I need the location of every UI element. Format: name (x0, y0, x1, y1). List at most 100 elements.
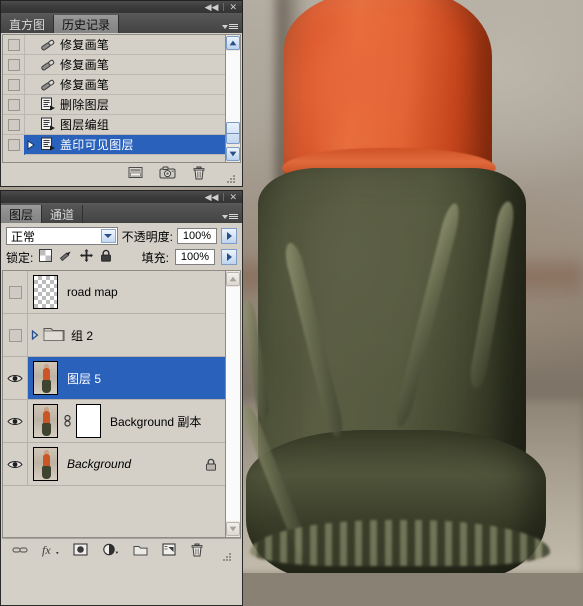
lock-all-icon[interactable] (100, 249, 112, 265)
new-document-icon[interactable] (128, 166, 143, 182)
panel-menu-icon[interactable] (222, 214, 238, 219)
history-item[interactable]: 修复画笔 (3, 74, 225, 95)
history-item-label: 盖印可见图层 (60, 138, 134, 152)
layer-visibility-toggle[interactable] (3, 357, 28, 399)
trash-icon[interactable] (192, 166, 206, 183)
opacity-input[interactable]: 100% (177, 228, 217, 244)
mask-icon[interactable] (73, 543, 88, 559)
history-panel-footer (2, 163, 241, 185)
layer-mask-thumbnail[interactable] (76, 404, 101, 438)
history-source-toggle[interactable] (3, 34, 25, 55)
scroll-track[interactable] (226, 287, 240, 521)
blend-mode-select[interactable]: 正常 (6, 227, 118, 245)
layer-thumbnail[interactable] (33, 361, 58, 395)
adjustment-half-circle-icon[interactable] (102, 543, 119, 559)
new-layer-icon[interactable] (162, 543, 176, 559)
layer-thumbnail-cell[interactable] (41, 325, 65, 345)
chevron-down-icon[interactable] (100, 229, 116, 243)
close-icon[interactable]: ✕ (227, 192, 239, 202)
fill-input[interactable]: 100% (175, 249, 215, 265)
chevron-down-icon (222, 214, 228, 219)
history-item[interactable]: 修复画笔 (3, 54, 225, 75)
scroll-down-button[interactable] (226, 147, 240, 161)
history-source-toggle[interactable] (3, 134, 25, 155)
layer-row-selected[interactable]: 图层 5 (3, 357, 225, 400)
layers-list[interactable]: road map 组 2 图层 5 Background 副本 Backgrou… (2, 270, 225, 538)
history-source-toggle[interactable] (3, 94, 25, 115)
folder-icon[interactable] (133, 544, 148, 559)
lock-image-pixels-icon[interactable] (59, 249, 73, 265)
link-icon[interactable] (62, 414, 72, 428)
layer-doc-icon (36, 117, 60, 132)
fx-icon[interactable]: fx (42, 543, 59, 560)
history-panel-titlebar[interactable]: ◀◀ ✕ (0, 0, 243, 13)
healing-brush-icon (36, 38, 60, 52)
chevron-down-icon (222, 24, 228, 29)
resize-grip[interactable] (222, 552, 231, 561)
scroll-track[interactable] (226, 51, 240, 122)
collapse-icon[interactable]: ◀◀ (203, 2, 221, 12)
tab-layers[interactable]: 图层 (1, 205, 43, 223)
folder-icon (43, 325, 65, 345)
history-item[interactable]: 图层编组 (3, 114, 225, 135)
history-item[interactable]: 修复画笔 (3, 34, 225, 55)
opacity-slider-button[interactable] (221, 228, 237, 244)
layer-thumbnail[interactable] (33, 275, 58, 309)
history-source-toggle[interactable] (3, 54, 25, 75)
layer-visibility-toggle[interactable] (3, 271, 28, 313)
layers-panel-body: 正常 不透明度: 100% 锁定: 填充: 100% road map 组 2 … (0, 223, 243, 606)
history-item-label: 删除图层 (60, 98, 110, 112)
tabstrip-filler (83, 205, 242, 223)
close-icon[interactable]: ✕ (227, 2, 239, 12)
collapse-icon[interactable]: ◀◀ (203, 192, 221, 202)
scroll-thumb[interactable] (226, 122, 240, 144)
layer-name[interactable]: road map (58, 285, 118, 299)
layer-thumbnail[interactable] (33, 447, 58, 481)
layer-thumbnail-cell[interactable] (28, 447, 58, 481)
titlebar-divider (223, 193, 225, 201)
layer-thumbnail[interactable] (33, 404, 58, 438)
history-list[interactable]: 修复画笔 修复画笔 修复画笔 删除图层 图层编组 盖印可见图层 (2, 34, 225, 163)
fill-slider-button[interactable] (221, 249, 237, 265)
history-item[interactable]: 删除图层 (3, 94, 225, 115)
layer-row[interactable]: road map (3, 271, 225, 314)
layer-row-group[interactable]: 组 2 (3, 314, 225, 357)
layers-scrollbar[interactable] (225, 270, 241, 538)
layer-visibility-toggle[interactable] (3, 314, 28, 356)
group-expand-arrow-icon[interactable] (28, 330, 41, 340)
history-source-toggle[interactable] (3, 114, 25, 135)
scroll-up-button[interactable] (226, 36, 240, 50)
panel-menu-icon[interactable] (222, 24, 238, 29)
history-item-selected[interactable]: 盖印可见图层 (3, 134, 225, 155)
camera-icon[interactable] (159, 166, 176, 182)
layers-panel-tabstrip: 图层 通道 (0, 203, 243, 223)
healing-brush-icon (36, 78, 60, 92)
trash-icon[interactable] (190, 543, 204, 560)
scroll-down-button[interactable] (226, 522, 240, 536)
eye-icon (7, 460, 23, 468)
layer-name[interactable]: 组 2 (65, 327, 93, 344)
tab-histogram[interactable]: 直方图 (1, 15, 55, 33)
tab-history[interactable]: 历史记录 (54, 15, 120, 33)
layer-thumbnail-cell[interactable] (28, 361, 58, 395)
layer-name[interactable]: 图层 5 (58, 370, 101, 387)
layer-thumbnail-cell[interactable] (28, 404, 101, 438)
link-icon[interactable] (12, 545, 28, 558)
scroll-up-button[interactable] (226, 272, 240, 286)
lock-transparent-pixels-icon[interactable] (39, 249, 53, 265)
layer-row[interactable]: Background (3, 443, 225, 486)
layers-panel-titlebar[interactable]: ◀◀ ✕ (0, 190, 243, 203)
layer-visibility-toggle[interactable] (3, 400, 28, 442)
layer-name[interactable]: Background (58, 457, 131, 471)
layer-thumbnail-cell[interactable] (28, 275, 58, 309)
history-scrollbar[interactable] (225, 34, 241, 163)
layer-name[interactable]: Background 副本 (101, 413, 201, 430)
history-source-toggle[interactable] (3, 74, 25, 95)
resize-grip[interactable] (226, 174, 235, 183)
layer-visibility-toggle[interactable] (3, 443, 28, 485)
tab-channels[interactable]: 通道 (42, 205, 84, 223)
lock-position-icon[interactable] (80, 249, 94, 265)
lock-buttons (39, 249, 112, 265)
layer-row[interactable]: Background 副本 (3, 400, 225, 443)
layers-panel-footer: fx (2, 539, 241, 563)
